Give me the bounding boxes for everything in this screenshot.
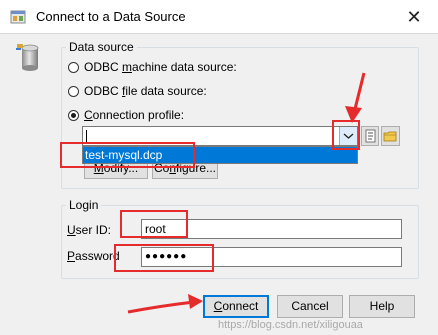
- watermark: https://blog.csdn.net/xiligouaa: [218, 319, 363, 331]
- arrow-to-dropdown: [345, 72, 366, 123]
- arrow-to-connect: [127, 294, 203, 314]
- annotation-arrows: [127, 72, 366, 314]
